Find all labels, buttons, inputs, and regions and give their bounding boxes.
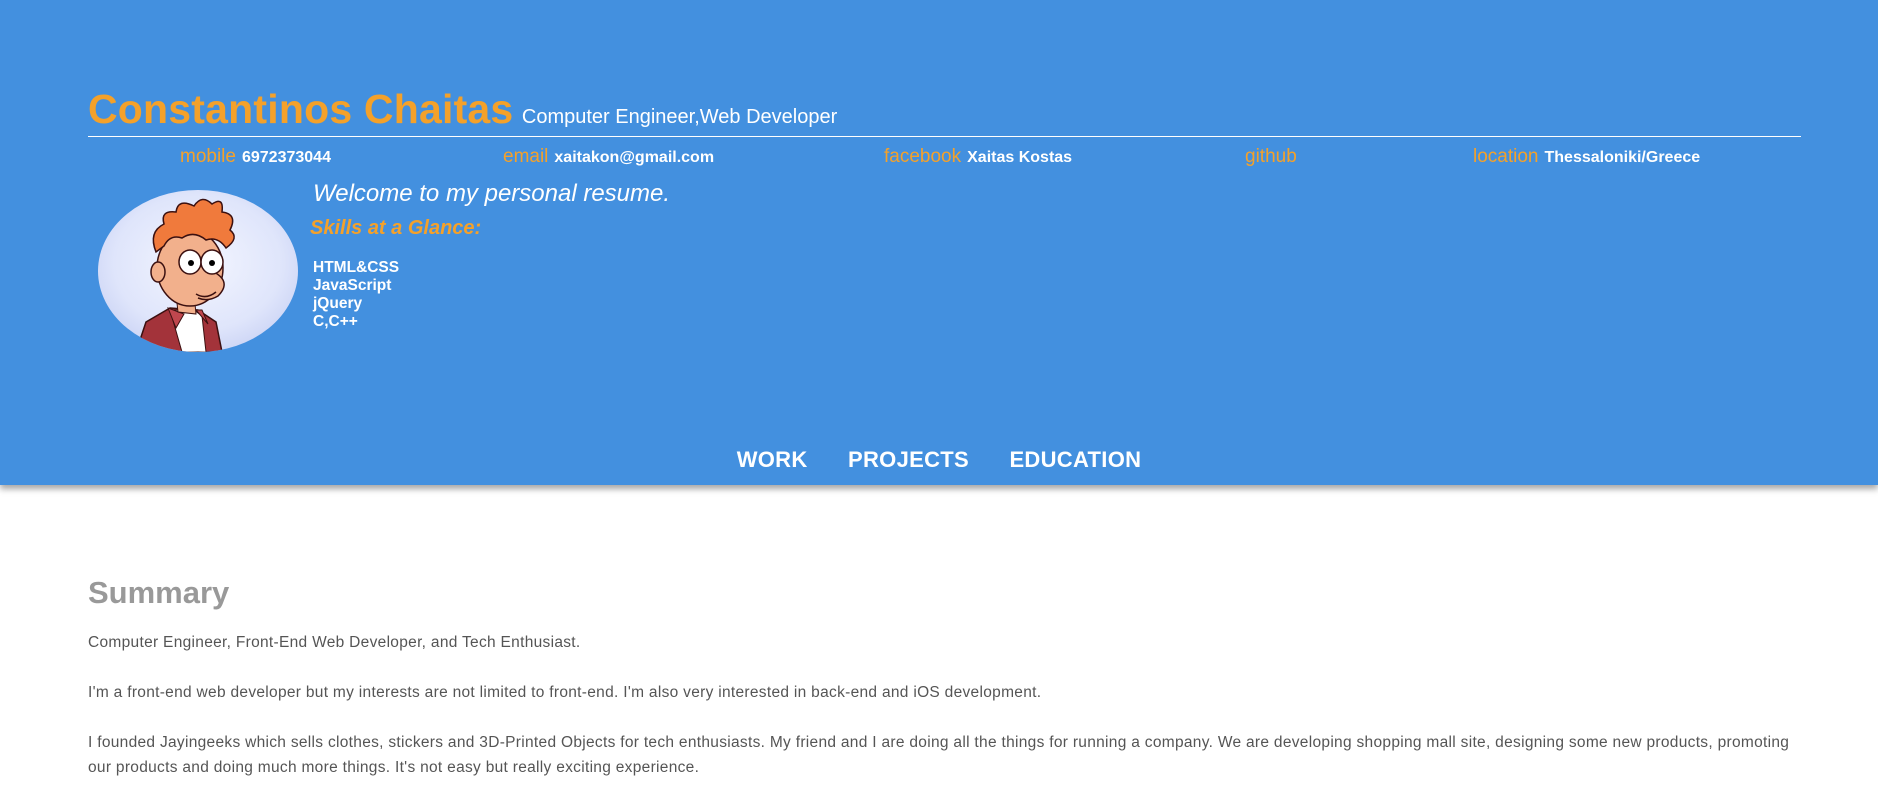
contact-label-facebook: facebook: [884, 146, 962, 167]
summary-paragraph: I founded Jayingeeks which sells clothes…: [88, 734, 1790, 776]
title-row: Constantinos Chaitas Computer Engineer,W…: [88, 86, 837, 133]
cartoon-avatar-icon: [98, 190, 298, 352]
summary-paragraph: Computer Engineer, Front-End Web Develop…: [88, 634, 581, 651]
skills-list: HTML&CSS JavaScript jQuery C,C++: [313, 259, 399, 331]
contact-label-email: email: [503, 146, 549, 167]
contact-label-mobile: mobile: [180, 146, 236, 167]
nav-work-link[interactable]: WORK: [737, 447, 808, 472]
welcome-message: Welcome to my personal resume.: [313, 180, 671, 207]
contact-github: github: [1245, 146, 1297, 168]
summary-paragraph: I'm a front-end web developer but my int…: [88, 684, 1042, 701]
contact-label-github[interactable]: github: [1245, 146, 1297, 167]
contact-value-mobile: 6972373044: [241, 149, 331, 166]
contact-value-email[interactable]: xaitakon@gmail.com: [554, 149, 714, 166]
person-name: Constantinos Chaitas: [88, 86, 514, 132]
contact-value-facebook[interactable]: Xaitas Kostas: [967, 149, 1072, 166]
contact-mobile: mobile 6972373044: [180, 146, 331, 168]
nav-projects-link[interactable]: PROJECTS: [848, 447, 969, 472]
resume-header: Constantinos Chaitas Computer Engineer,W…: [0, 0, 1878, 485]
summary-heading: Summary: [88, 575, 230, 610]
nav-education-link[interactable]: EDUCATION: [1009, 447, 1141, 472]
skill-item: JavaScript: [313, 277, 392, 294]
skill-item: HTML&CSS: [313, 259, 400, 276]
job-title: Computer Engineer,Web Developer: [521, 106, 838, 128]
skill-item: jQuery: [313, 295, 363, 312]
section-nav: WORK PROJECTS EDUCATION: [0, 447, 1878, 473]
header-divider: [88, 136, 1801, 137]
contact-value-location: Thessaloniki/Greece: [1544, 149, 1701, 166]
contact-email: email xaitakon@gmail.com: [503, 146, 714, 168]
skills-heading: Skills at a Glance:: [310, 217, 482, 239]
skill-item: C,C++: [313, 313, 358, 330]
contact-label-location: location: [1473, 146, 1539, 167]
contact-facebook: facebook Xaitas Kostas: [884, 146, 1072, 168]
contact-location: location Thessaloniki/Greece: [1473, 146, 1700, 168]
